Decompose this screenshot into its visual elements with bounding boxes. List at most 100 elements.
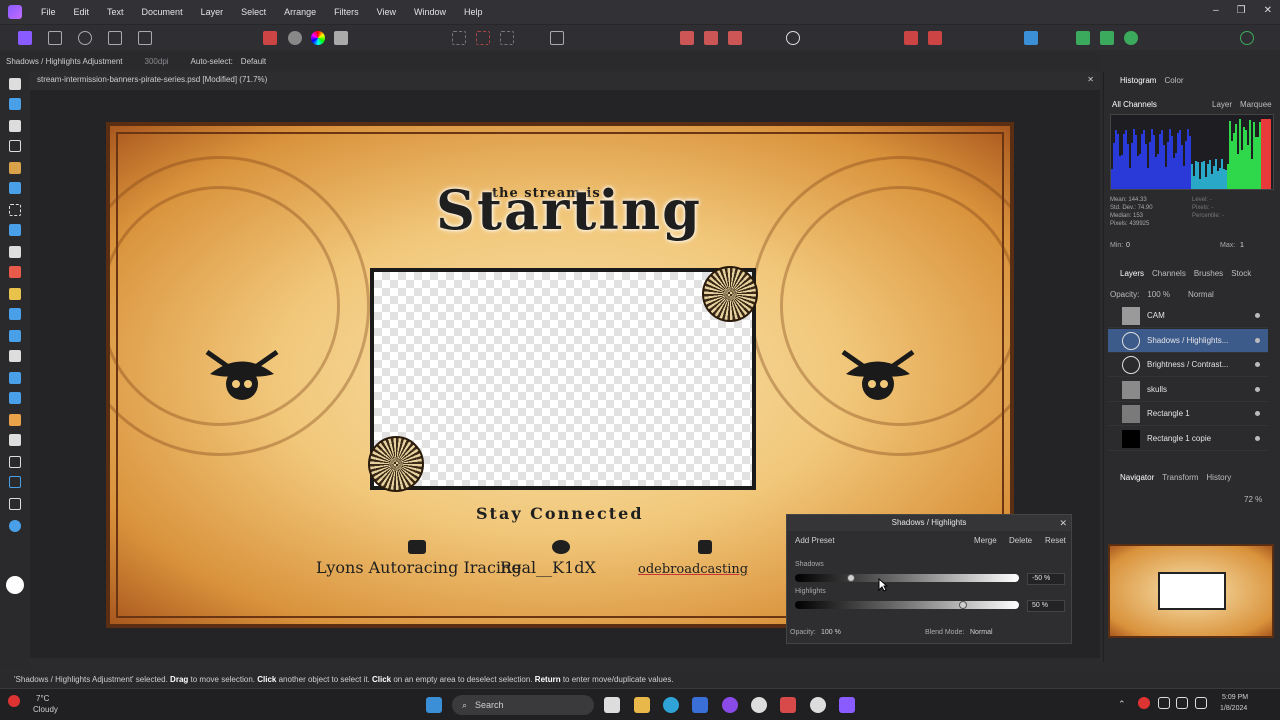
color-picker-icon[interactable] [9,120,21,132]
hand-tool-icon[interactable] [9,78,21,90]
layer-blend-mode[interactable]: Normal [1188,290,1214,302]
visibility-icon[interactable] [1255,436,1260,441]
tab-stock[interactable]: Stock [1231,269,1251,281]
snapping-icon[interactable] [904,31,918,45]
dialog-blend-value[interactable]: Normal [970,629,993,636]
menu-view[interactable]: View [368,7,405,17]
task-view-icon[interactable] [604,697,620,713]
rectangle-tool-icon[interactable] [9,456,21,468]
steam-icon[interactable] [751,697,767,713]
marquee-toggle[interactable]: Marquee [1240,100,1272,112]
dialog-close-icon[interactable]: ✕ [1059,518,1067,529]
dodge-brush-icon[interactable] [9,350,21,362]
tab-histogram[interactable]: Histogram [1120,76,1156,88]
clock-date[interactable]: 1/8/2024 [1220,705,1247,712]
volume-icon[interactable] [1176,697,1188,709]
layer-row[interactable]: Rectangle 1 [1108,402,1268,426]
visibility-icon[interactable] [1255,338,1260,343]
order-forward-icon[interactable] [704,31,718,45]
clone-brush-icon[interactable] [9,372,21,384]
clock-time[interactable]: 5:09 PM [1222,694,1248,701]
menu-edit[interactable]: Edit [65,7,99,17]
crop-tool-icon[interactable] [9,140,21,152]
shadows-slider[interactable] [795,574,1019,582]
develop-persona-icon[interactable] [78,31,92,45]
file-explorer-icon[interactable] [634,697,650,713]
snapping-options-icon[interactable] [928,31,942,45]
network-icon[interactable] [1158,697,1170,709]
menu-layer[interactable]: Layer [192,7,233,17]
visibility-icon[interactable] [1255,362,1260,367]
flip-icon[interactable] [728,31,742,45]
obs-icon[interactable] [810,697,826,713]
erase-brush-icon[interactable] [9,288,21,300]
layer-row[interactable]: Brightness / Contrast... [1108,353,1268,377]
layer-row[interactable]: Rectangle 1 copie [1108,427,1268,451]
live-filters-icon[interactable] [1124,31,1138,45]
marquee-subtract-icon[interactable] [476,31,490,45]
white-balance-icon[interactable] [334,31,348,45]
account-icon[interactable] [1240,31,1254,45]
layer-toggle[interactable]: Layer [1212,100,1232,112]
mask-icon[interactable] [1076,31,1090,45]
close-icon[interactable]: ✕ [1264,5,1272,16]
order-back-icon[interactable] [680,31,694,45]
flood-fill-icon[interactable] [9,308,21,320]
affinity-photo-icon[interactable] [839,697,855,713]
store-icon[interactable] [692,697,708,713]
adjustments-icon[interactable] [1100,31,1114,45]
tab-layers[interactable]: Layers [1120,269,1144,281]
selection-brush-icon[interactable] [9,162,21,174]
edge-icon[interactable] [663,697,679,713]
merge-button[interactable]: Merge [974,536,997,545]
color-wheel-icon[interactable] [311,31,325,45]
menu-window[interactable]: Window [405,7,455,17]
healing-brush-icon[interactable] [9,414,21,426]
navigator-preview[interactable] [1108,544,1274,638]
add-preset-button[interactable]: Add Preset [795,536,835,545]
minimize-icon[interactable]: – [1213,5,1219,16]
layer-row[interactable]: Shadows / Highlights... [1108,329,1268,353]
taskbar-search[interactable]: ⌕ Search [452,695,594,715]
zoom-tool-icon[interactable] [9,520,21,532]
histo-min-value[interactable]: 0 [1126,242,1130,249]
quick-mask-icon[interactable] [550,31,564,45]
export-persona-icon[interactable] [138,31,152,45]
pixel-tool-icon[interactable] [9,266,21,278]
highlights-value[interactable]: 50 % [1027,600,1065,612]
histo-max-value[interactable]: 1 [1240,242,1244,249]
move-tool-icon[interactable] [9,98,21,110]
reset-button[interactable]: Reset [1045,536,1066,545]
freehand-select-icon[interactable] [9,224,21,236]
close-document-icon[interactable]: ✕ [1087,75,1094,84]
app-red-icon[interactable] [780,697,796,713]
liquify-persona-icon[interactable] [48,31,62,45]
camera-frame[interactable] [368,266,758,492]
tone-mapping-persona-icon[interactable] [108,31,122,45]
dialog-opacity-value[interactable]: 100 % [821,629,841,636]
shadows-value[interactable]: -50 % [1027,573,1065,585]
tab-channels[interactable]: Channels [1152,269,1186,281]
menu-file[interactable]: File [32,7,65,17]
delete-button[interactable]: Delete [1009,536,1032,545]
tray-chevron-icon[interactable]: ⌃ [1118,699,1126,710]
tab-color[interactable]: Color [1164,76,1183,88]
messenger-icon[interactable] [722,697,738,713]
tab-transform[interactable]: Transform [1162,473,1198,485]
menu-text[interactable]: Text [98,7,133,17]
marquee-icon[interactable] [452,31,466,45]
pen-tool-icon[interactable] [9,434,21,446]
gradient-tool-icon[interactable] [9,330,21,342]
battery-icon[interactable] [1195,697,1207,709]
align-icon[interactable] [1024,31,1038,45]
layer-row[interactable]: CAM [1108,304,1268,328]
document-tab[interactable]: stream-intermission-banners-pirate-serie… [30,72,1100,90]
color-swatch[interactable] [6,576,24,594]
shadows-slider-knob[interactable] [847,574,855,582]
text-tool-icon[interactable] [9,476,21,488]
levels-icon[interactable] [263,31,277,45]
highlights-slider[interactable] [795,601,1019,609]
menu-select[interactable]: Select [232,7,275,17]
menu-arrange[interactable]: Arrange [275,7,325,17]
paint-brush-icon[interactable] [9,246,21,258]
